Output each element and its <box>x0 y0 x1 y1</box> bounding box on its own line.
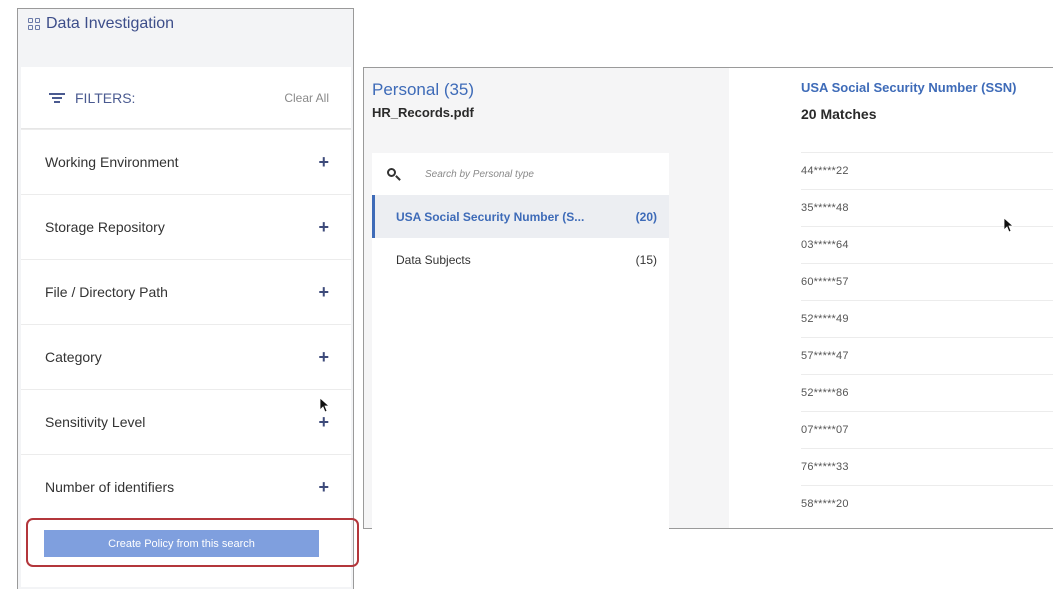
filter-number-of-identifiers[interactable]: Number of identifiers + <box>21 454 351 519</box>
filter-file-directory-path[interactable]: File / Directory Path + <box>21 259 351 324</box>
file-name: HR_Records.pdf <box>372 105 474 120</box>
search-input[interactable] <box>423 167 627 181</box>
type-item-data-subjects[interactable]: Data Subjects (15) <box>372 238 669 281</box>
app-title: Data Investigation <box>46 15 175 32</box>
personal-title: Personal (35) <box>372 80 475 99</box>
list-item: 57*****47 <box>801 337 1053 374</box>
filter-storage-repository[interactable]: Storage Repository + <box>21 194 351 259</box>
filter-label: File / Directory Path <box>45 284 168 300</box>
clear-all-link[interactable]: Clear All <box>284 91 329 105</box>
type-label: USA Social Security Number (S... <box>396 209 585 224</box>
search-icon <box>387 167 401 181</box>
type-item-ssn[interactable]: USA Social Security Number (S... (20) <box>372 195 669 238</box>
list-item: 35*****48 <box>801 189 1053 226</box>
filter-icon <box>49 92 65 103</box>
list-item: 52*****49 <box>801 300 1053 337</box>
plus-icon[interactable]: + <box>318 282 329 303</box>
matches-count: 20 Matches <box>801 106 877 122</box>
list-item: 07*****07 <box>801 411 1053 448</box>
app-header: Data Investigation <box>18 9 353 39</box>
filter-label: Number of identifiers <box>45 479 175 495</box>
filter-category[interactable]: Category + <box>21 324 351 389</box>
type-count: (20) <box>635 209 657 224</box>
list-item: 60*****57 <box>801 263 1053 300</box>
personal-type-list: USA Social Security Number (S... (20) Da… <box>372 153 669 530</box>
matches-column: USA Social Security Number (SSN) 20 Matc… <box>729 68 1053 528</box>
plus-icon[interactable]: + <box>318 217 329 238</box>
plus-icon[interactable]: + <box>318 152 329 173</box>
list-item: 76*****33 <box>801 448 1053 485</box>
list-item: 03*****64 <box>801 226 1053 263</box>
filter-label: Storage Repository <box>45 219 165 235</box>
filter-sensitivity-level[interactable]: Sensitivity Level + <box>21 389 351 454</box>
list-item: 58*****20 <box>801 485 1053 522</box>
list-item: 44*****22 <box>801 152 1053 189</box>
filters-card: FILTERS: Clear All Working Environment +… <box>21 67 351 587</box>
filter-label: Category <box>45 349 102 365</box>
plus-icon[interactable]: + <box>318 347 329 368</box>
type-label: Data Subjects <box>396 252 471 267</box>
list-item: 52*****86 <box>801 374 1053 411</box>
filters-panel: Data Investigation FILTERS: Clear All Wo… <box>17 8 359 589</box>
search-bar <box>372 153 669 195</box>
plus-icon[interactable]: + <box>318 412 329 433</box>
filter-label: Working Environment <box>45 154 179 170</box>
create-policy-highlight: Create Policy from this search <box>26 518 359 567</box>
filter-working-environment[interactable]: Working Environment + <box>21 129 351 194</box>
filters-title: FILTERS: <box>75 89 136 106</box>
details-panel: Personal (35) HR_Records.pdf USA Social … <box>363 67 1053 530</box>
create-policy-button[interactable]: Create Policy from this search <box>44 530 319 557</box>
matches-list: 44*****22 35*****48 03*****64 60*****57 … <box>801 152 1053 522</box>
filter-label: Sensitivity Level <box>45 414 146 430</box>
personal-types-column: Personal (35) HR_Records.pdf USA Social … <box>364 68 729 530</box>
selected-type-title: USA Social Security Number (SSN) <box>801 80 1017 95</box>
type-count: (15) <box>635 252 657 267</box>
filters-header: FILTERS: Clear All <box>21 67 351 129</box>
plus-icon[interactable]: + <box>318 477 329 498</box>
grid-icon <box>28 18 40 30</box>
